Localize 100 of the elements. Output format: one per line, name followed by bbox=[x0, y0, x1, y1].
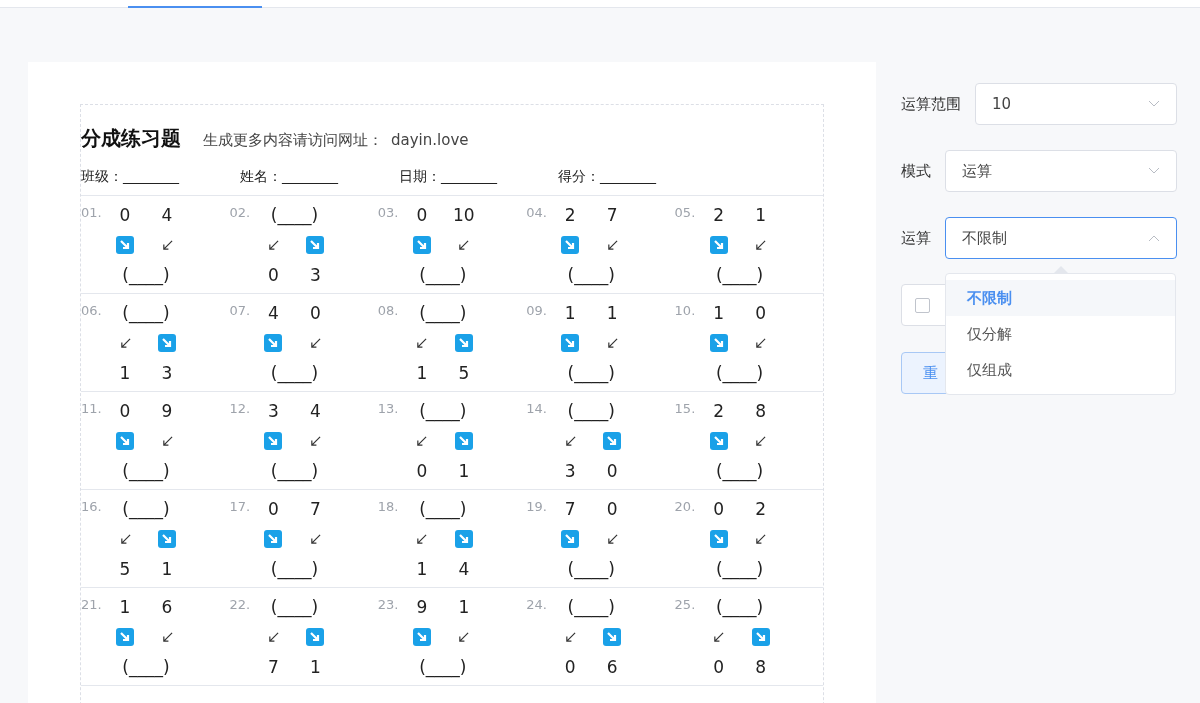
number: 7 bbox=[563, 499, 577, 519]
number: 1 bbox=[415, 363, 429, 383]
problem-number: 06. bbox=[81, 302, 103, 320]
number: 3 bbox=[160, 363, 174, 383]
answer-blank: (____) bbox=[122, 499, 170, 519]
number: 4 bbox=[160, 205, 174, 225]
problem-number: 24. bbox=[526, 596, 548, 614]
select-value: 运算 bbox=[962, 161, 992, 181]
dropdown-option[interactable]: 仅组成 bbox=[946, 352, 1175, 388]
field-label: 运算范围 bbox=[901, 94, 961, 114]
number: 9 bbox=[415, 597, 429, 617]
chevron-icon bbox=[1148, 234, 1160, 242]
select-field[interactable]: 10 bbox=[975, 83, 1177, 125]
number: 3 bbox=[563, 461, 577, 481]
problem-number: 14. bbox=[526, 400, 548, 418]
problem-number: 01. bbox=[81, 204, 103, 222]
answer-blank: (____) bbox=[419, 265, 467, 285]
info-field: 日期：________ bbox=[399, 168, 558, 195]
answer-blank: (____) bbox=[122, 265, 170, 285]
arrow-icon bbox=[755, 533, 767, 545]
arrow-icon bbox=[267, 631, 279, 643]
checkbox[interactable] bbox=[915, 297, 930, 313]
arrow-icon bbox=[755, 239, 767, 251]
number: 3 bbox=[308, 265, 322, 285]
problem-number: 13. bbox=[377, 400, 400, 418]
answer-blank: (____) bbox=[270, 597, 318, 617]
answer-blank: (____) bbox=[122, 303, 170, 323]
number: 5 bbox=[118, 559, 132, 579]
answer-blank: (____) bbox=[567, 363, 615, 383]
arrow-icon bbox=[309, 533, 321, 545]
answer-blank: (____) bbox=[567, 559, 615, 579]
arrow-icon bbox=[458, 631, 470, 643]
number: 8 bbox=[754, 401, 767, 421]
number: 4 bbox=[308, 401, 322, 421]
chevron-icon bbox=[1148, 167, 1160, 175]
subtitle: 生成更多内容请访问网址： bbox=[203, 131, 383, 150]
number: 0 bbox=[266, 265, 280, 285]
arrow-icon bbox=[161, 435, 173, 447]
arrow-icon bbox=[119, 533, 131, 545]
select-field[interactable]: 不限制 bbox=[945, 217, 1177, 259]
number: 0 bbox=[605, 499, 619, 519]
number: 0 bbox=[712, 499, 725, 519]
arrow-icon bbox=[606, 239, 618, 251]
website-link[interactable]: dayin.love bbox=[391, 131, 469, 149]
problem-number: 08. bbox=[377, 302, 400, 320]
arrow-icon bbox=[606, 533, 618, 545]
arrow-icon bbox=[309, 435, 321, 447]
problem-number: 23. bbox=[377, 596, 400, 614]
number: 0 bbox=[415, 205, 429, 225]
problem-number: 19. bbox=[526, 498, 548, 516]
problem-number: 07. bbox=[229, 302, 252, 320]
answer-blank: (____) bbox=[715, 597, 764, 617]
chevron-icon bbox=[1148, 100, 1160, 108]
problem-number: 12. bbox=[229, 400, 252, 418]
number: 1 bbox=[754, 205, 767, 225]
number: 4 bbox=[457, 559, 471, 579]
info-field: 得分：________ bbox=[558, 168, 717, 195]
dropdown-option[interactable]: 仅分解 bbox=[946, 316, 1175, 352]
number: 0 bbox=[308, 303, 322, 323]
number: 0 bbox=[754, 303, 767, 323]
number: 0 bbox=[118, 205, 132, 225]
problem-number: 16. bbox=[81, 498, 103, 516]
select-field[interactable]: 运算 bbox=[945, 150, 1177, 192]
field-label: 运算 bbox=[901, 228, 931, 248]
problem-number: 05. bbox=[674, 204, 697, 222]
number: 9 bbox=[160, 401, 174, 421]
answer-blank: (____) bbox=[419, 401, 467, 421]
arrow-icon bbox=[416, 337, 428, 349]
answer-blank: (____) bbox=[715, 363, 764, 383]
number: 0 bbox=[266, 499, 280, 519]
problem-number: 11. bbox=[81, 400, 103, 418]
answer-blank: (____) bbox=[270, 205, 318, 225]
answer-blank: (____) bbox=[567, 265, 615, 285]
arrow-icon bbox=[564, 435, 576, 447]
number: 10 bbox=[451, 205, 476, 225]
number: 0 bbox=[118, 401, 132, 421]
number: 1 bbox=[457, 461, 471, 481]
number: 1 bbox=[712, 303, 725, 323]
answer-blank: (____) bbox=[122, 657, 170, 677]
number: 2 bbox=[754, 499, 767, 519]
number: 2 bbox=[563, 205, 577, 225]
answer-blank: (____) bbox=[122, 461, 170, 481]
problem-number: 15. bbox=[674, 400, 697, 418]
number: 7 bbox=[308, 499, 322, 519]
info-field: 班级：________ bbox=[81, 168, 240, 195]
number: 6 bbox=[605, 657, 619, 677]
number: 1 bbox=[118, 363, 132, 383]
problem-number: 21. bbox=[81, 596, 103, 614]
number: 0 bbox=[712, 657, 725, 677]
number: 8 bbox=[754, 657, 767, 677]
number: 7 bbox=[605, 205, 619, 225]
arrow-icon bbox=[416, 435, 428, 447]
select-value: 10 bbox=[992, 95, 1012, 113]
problem-number: 09. bbox=[526, 302, 548, 320]
number: 7 bbox=[266, 657, 280, 677]
problem-number: 18. bbox=[377, 498, 400, 516]
answer-blank: (____) bbox=[419, 657, 467, 677]
answer-blank: (____) bbox=[715, 461, 764, 481]
info-field: 姓名：________ bbox=[240, 168, 399, 195]
number: 1 bbox=[605, 303, 619, 323]
